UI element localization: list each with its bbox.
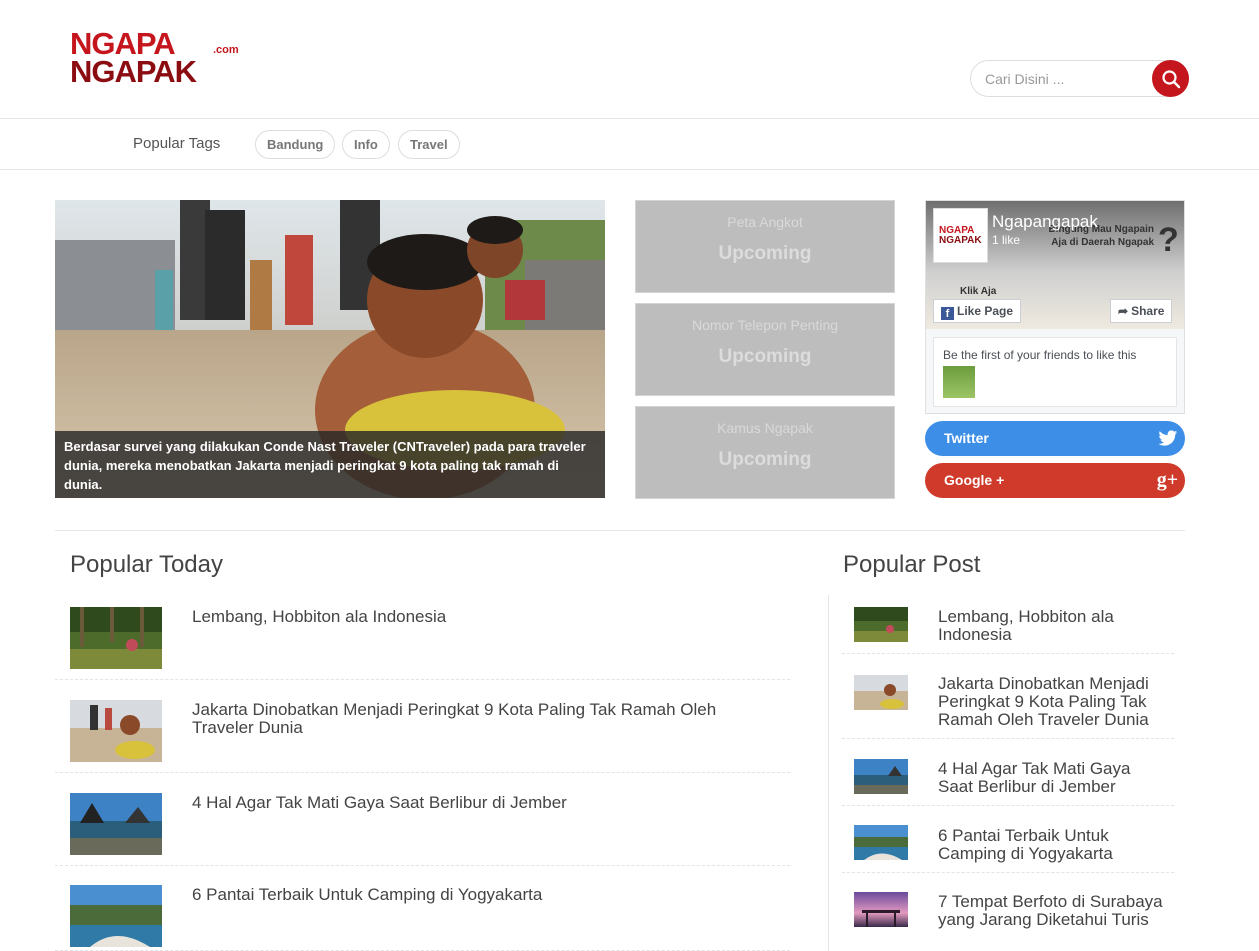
post-title[interactable]: Lembang, Hobbiton ala Indonesia [192, 608, 752, 626]
share-button[interactable]: ➦ Share [1110, 299, 1173, 323]
post-title[interactable]: 6 Pantai Terbaik Untuk Camping di Yogyak… [938, 827, 1168, 863]
post-title[interactable]: 7 Tempat Berfoto di Surabaya yang Jarang… [938, 893, 1168, 929]
post-thumbnail[interactable] [854, 892, 908, 927]
post-thumbnail[interactable] [854, 607, 908, 642]
facebook-page-avatar[interactable]: NGAPA NGAPAK [933, 208, 988, 263]
featured-slider[interactable]: Berdasar survei yang dilakukan Conde Nas… [55, 200, 605, 498]
post-thumbnail[interactable] [854, 675, 908, 710]
post-title[interactable]: Jakarta Dinobatkan Menjadi Peringkat 9 K… [938, 675, 1168, 729]
upcoming-kamus-ngapak[interactable]: Kamus Ngapak Upcoming [635, 406, 895, 499]
post-thumbnail[interactable] [70, 700, 162, 762]
upcoming-peta-angkot[interactable]: Peta Angkot Upcoming [635, 200, 895, 293]
popular-tags-label: Popular Tags [133, 135, 221, 152]
post-title[interactable]: 4 Hal Agar Tak Mati Gaya Saat Berlibur d… [938, 760, 1168, 796]
post-title[interactable]: 4 Hal Agar Tak Mati Gaya Saat Berlibur d… [192, 794, 752, 812]
upcoming-nomor-telepon[interactable]: Nomor Telepon Penting Upcoming [635, 303, 895, 396]
share-label: Share [1131, 304, 1165, 318]
post-thumbnail[interactable] [854, 825, 908, 860]
facebook-cover-klik: Klik Aja [960, 286, 997, 297]
post-thumbnail[interactable] [70, 793, 162, 855]
popular-post-title: Popular Post [843, 551, 981, 578]
popular-today-title: Popular Today [70, 551, 223, 578]
twitter-icon [1152, 423, 1183, 454]
facebook-page-widget: NGAPA NGAPAK Bingung Mau Ngapain Aja di … [925, 200, 1185, 414]
site-header: NGAPA .com NGAPAK [0, 0, 1259, 119]
popular-post-item[interactable]: Jakarta Dinobatkan Menjadi Peringkat 9 K… [842, 654, 1174, 739]
logo-com: .com [213, 44, 239, 56]
search-icon [1161, 69, 1180, 88]
google-plus-icon: g+ [1152, 465, 1183, 496]
post-title[interactable]: 6 Pantai Terbaik Untuk Camping di Yogyak… [192, 886, 752, 904]
popular-today-item[interactable]: Lembang, Hobbiton ala Indonesia [55, 595, 790, 680]
search-button[interactable] [1152, 60, 1189, 97]
popular-today-item[interactable]: 4 Hal Agar Tak Mati Gaya Saat Berlibur d… [55, 773, 790, 866]
upcoming-status: Upcoming [718, 346, 812, 367]
logo-line2: NGAPAK [70, 54, 197, 89]
popular-post-item[interactable]: 4 Hal Agar Tak Mati Gaya Saat Berlibur d… [842, 739, 1174, 806]
sidebar-divider [828, 595, 829, 951]
featured-caption[interactable]: Berdasar survei yang dilakukan Conde Nas… [55, 431, 605, 498]
google-plus-label: Google + [944, 472, 1005, 488]
google-plus-button[interactable]: Google + g+ [925, 463, 1185, 498]
popular-today-item[interactable]: 6 Pantai Terbaik Untuk Camping di Yogyak… [55, 866, 790, 951]
friend-avatar[interactable] [943, 366, 975, 398]
tag-travel[interactable]: Travel [398, 130, 460, 159]
tag-info[interactable]: Info [342, 130, 390, 159]
site-logo[interactable]: NGAPA .com NGAPAK [70, 28, 245, 90]
popular-post-item[interactable]: 7 Tempat Berfoto di Surabaya yang Jarang… [842, 873, 1174, 951]
facebook-icon: f [941, 307, 954, 320]
facebook-friends-box: Be the first of your friends to like thi… [933, 337, 1177, 407]
popular-tags-bar: Popular Tags Bandung Info Travel [0, 119, 1259, 170]
upcoming-title: Peta Angkot [727, 214, 803, 230]
post-thumbnail[interactable] [854, 759, 908, 794]
popular-post-item[interactable]: Lembang, Hobbiton ala Indonesia [842, 595, 1174, 654]
twitter-button[interactable]: Twitter [925, 421, 1185, 456]
facebook-like-count: 1 like [992, 233, 1021, 247]
post-title[interactable]: Lembang, Hobbiton ala Indonesia [938, 608, 1168, 644]
facebook-friends-text: Be the first of your friends to like thi… [943, 348, 1137, 362]
post-thumbnail[interactable] [70, 607, 162, 669]
post-title[interactable]: Jakarta Dinobatkan Menjadi Peringkat 9 K… [192, 701, 752, 737]
upcoming-title: Nomor Telepon Penting [691, 317, 839, 333]
avatar-line2: NGAPAK [939, 235, 982, 246]
popular-post-item[interactable]: 6 Pantai Terbaik Untuk Camping di Yogyak… [842, 806, 1174, 873]
post-thumbnail[interactable] [70, 885, 162, 947]
upcoming-status: Upcoming [718, 449, 812, 470]
facebook-cover[interactable]: NGAPA NGAPAK Bingung Mau Ngapain Aja di … [926, 201, 1184, 329]
share-icon: ➦ [1118, 304, 1129, 318]
like-page-label: Like Page [957, 304, 1014, 318]
facebook-page-name[interactable]: Ngapangapak [992, 212, 1098, 232]
like-page-button[interactable]: f Like Page [933, 299, 1022, 323]
search-input[interactable] [985, 69, 1145, 89]
twitter-label: Twitter [944, 430, 989, 446]
facebook-cover-question: ? [1158, 221, 1179, 259]
popular-today-item[interactable]: Jakarta Dinobatkan Menjadi Peringkat 9 K… [55, 680, 790, 773]
section-divider [55, 530, 1185, 531]
upcoming-status: Upcoming [718, 243, 812, 264]
search-box [970, 60, 1189, 97]
tag-bandung[interactable]: Bandung [255, 130, 336, 159]
upcoming-title: Kamus Ngapak [717, 420, 813, 436]
